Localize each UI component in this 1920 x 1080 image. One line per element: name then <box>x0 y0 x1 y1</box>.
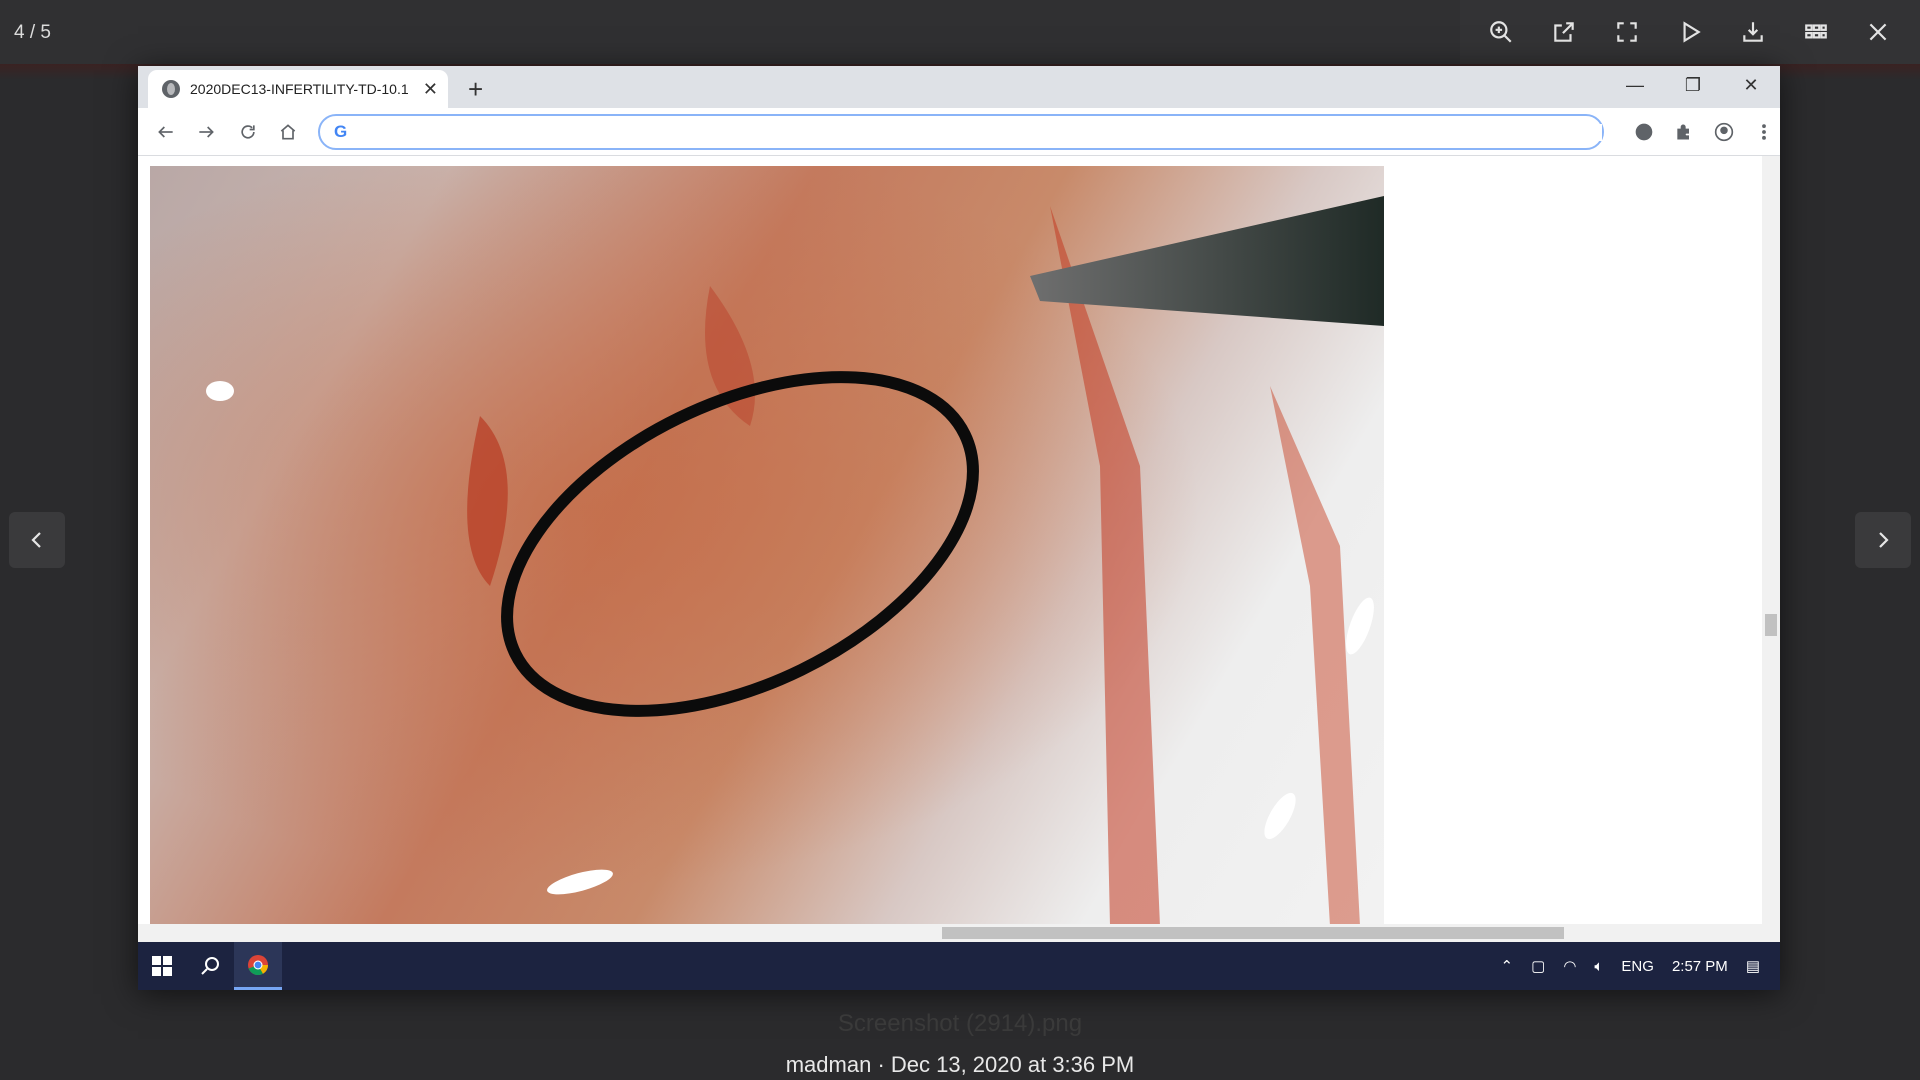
screenshot-image: 2020DEC13-INFERTILITY-TD-10.1 ✕ + — ❐ ✕ … <box>138 66 1780 990</box>
browser-tabstrip: 2020DEC13-INFERTILITY-TD-10.1 ✕ + — ❐ ✕ <box>138 66 1780 108</box>
open-external-icon[interactable] <box>1544 12 1584 52</box>
forward-icon[interactable] <box>190 116 222 148</box>
fullscreen-icon[interactable] <box>1607 12 1647 52</box>
image-filename: Screenshot (2914).png <box>837 1010 1083 1037</box>
google-icon: G <box>334 122 348 141</box>
zoom-in-icon[interactable] <box>1481 12 1521 52</box>
reload-icon[interactable] <box>232 116 264 148</box>
wifi-icon[interactable]: ◠ <box>1563 957 1576 975</box>
download-icon[interactable] <box>1733 12 1773 52</box>
page-content <box>138 156 1780 924</box>
language-indicator[interactable]: ENG <box>1621 958 1654 975</box>
previous-image-button[interactable] <box>9 512 65 568</box>
horizontal-scroll-thumb[interactable] <box>942 927 1564 939</box>
windows-start-icon[interactable] <box>138 942 186 990</box>
window-controls: — ❐ ✕ <box>1606 66 1780 108</box>
chrome-taskbar-icon[interactable] <box>234 942 282 990</box>
search-icon[interactable] <box>186 942 234 990</box>
home-icon[interactable] <box>272 116 304 148</box>
minimize-button[interactable]: — <box>1606 66 1664 104</box>
medical-photo <box>150 166 1384 924</box>
browser-toolbar: G <box>138 108 1780 156</box>
meet-now-icon[interactable]: ▢ <box>1531 957 1545 975</box>
extension-cursor-icon[interactable] <box>1628 116 1660 148</box>
notifications-icon[interactable]: ▤ <box>1746 957 1760 975</box>
back-icon[interactable] <box>150 116 182 148</box>
restore-button[interactable]: ❐ <box>1664 66 1722 104</box>
next-image-button[interactable] <box>1855 512 1911 568</box>
image-meta: madman · Dec 13, 2020 at 3:36 PM <box>785 1052 1135 1077</box>
window-close-button[interactable]: ✕ <box>1722 66 1780 104</box>
play-icon[interactable] <box>1670 12 1710 52</box>
address-bar[interactable]: G <box>318 114 1604 150</box>
photo-overlay <box>150 166 1384 924</box>
globe-icon <box>162 80 180 98</box>
address-input[interactable] <box>357 123 1602 141</box>
volume-icon[interactable]: 🔈︎ <box>1594 958 1603 975</box>
image-counter: 4 / 5 <box>14 22 51 43</box>
tab-title: 2020DEC13-INFERTILITY-TD-10.1 <box>190 81 409 97</box>
windows-taskbar: ⌃ ▢ ◠ 🔈︎ ENG 2:57 PM ▤ <box>138 942 1780 990</box>
system-tray: ⌃ ▢ ◠ 🔈︎ ENG 2:57 PM ▤ <box>1501 957 1780 976</box>
close-icon[interactable] <box>1858 12 1898 52</box>
browser-tab[interactable]: 2020DEC13-INFERTILITY-TD-10.1 ✕ <box>148 70 448 108</box>
extensions-puzzle-icon[interactable] <box>1668 116 1700 148</box>
tab-close-button[interactable]: ✕ <box>423 79 438 100</box>
new-tab-button[interactable]: + <box>468 70 483 108</box>
menu-kebab-icon[interactable] <box>1748 116 1780 148</box>
vertical-scroll-thumb[interactable] <box>1765 614 1777 636</box>
profile-avatar-icon[interactable] <box>1708 116 1740 148</box>
chevron-right-icon <box>1879 532 1889 548</box>
viewer-toolbar <box>1460 0 1920 64</box>
chevron-left-icon <box>31 532 41 548</box>
chevron-up-icon[interactable]: ⌃ <box>1501 957 1514 975</box>
horizontal-scrollbar[interactable] <box>138 924 1780 942</box>
vertical-scrollbar[interactable] <box>1762 156 1780 924</box>
grid-icon[interactable] <box>1796 12 1836 52</box>
clock[interactable]: 2:57 PM <box>1672 958 1728 975</box>
